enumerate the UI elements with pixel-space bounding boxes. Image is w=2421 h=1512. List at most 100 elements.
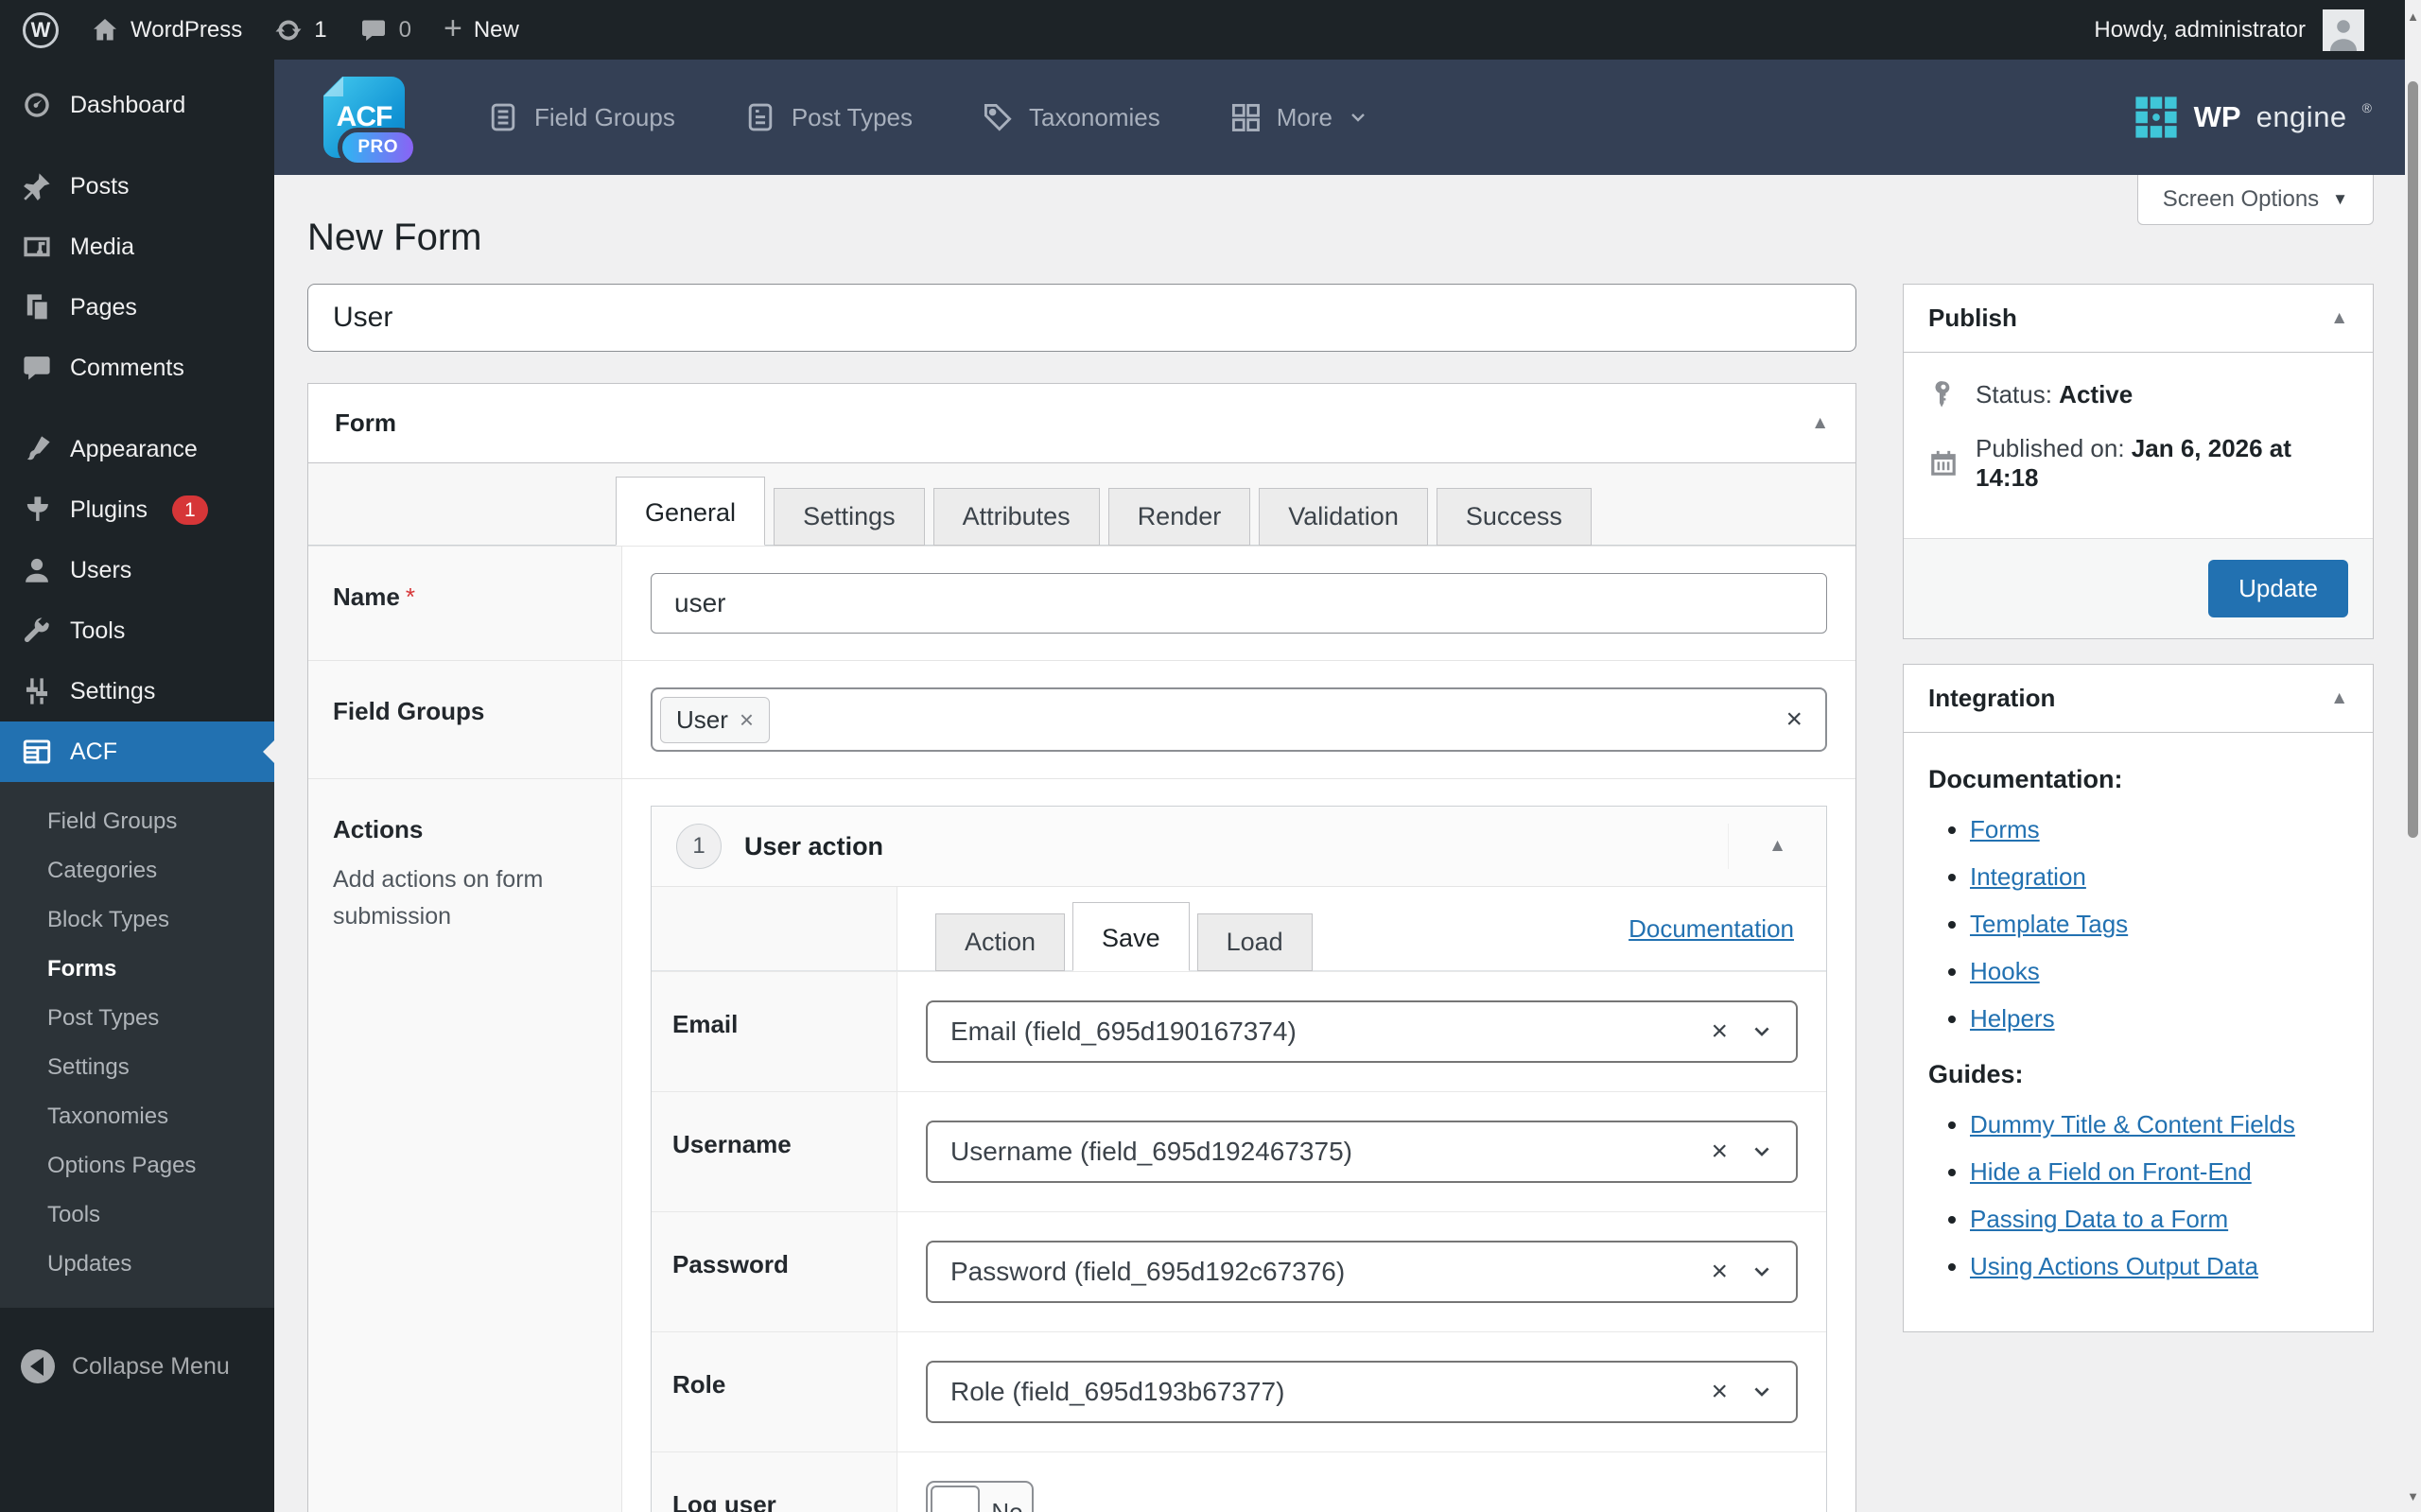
tab-render[interactable]: Render — [1108, 488, 1251, 546]
sidebar-label: Posts — [70, 173, 130, 200]
nav-post-types[interactable]: Post Types — [743, 100, 913, 134]
publish-collapse-icon[interactable]: ▲ — [2330, 308, 2348, 329]
select-clear-icon[interactable]: × — [1711, 1376, 1728, 1408]
guide-link-hide-field[interactable]: Hide a Field on Front-End — [1970, 1157, 2252, 1186]
sidebar-item-comments[interactable]: Comments — [0, 338, 274, 398]
tab-validation[interactable]: Validation — [1259, 488, 1428, 546]
nav-taxonomies[interactable]: Taxonomies — [981, 100, 1160, 134]
doc-link-forms[interactable]: Forms — [1970, 815, 2040, 843]
form-title-input[interactable] — [307, 284, 1856, 352]
published-on-row: Published on: Jan 6, 2026 at 14:18 — [1928, 434, 2348, 493]
acf-pro-logo[interactable]: ACF PRO — [323, 77, 405, 158]
submenu-forms-active[interactable]: Forms — [0, 945, 274, 994]
log-user-label: Log user — [672, 1490, 776, 1512]
submenu-updates[interactable]: Updates — [0, 1240, 274, 1289]
sidebar-item-appearance[interactable]: Appearance — [0, 419, 274, 479]
guide-link-dummy-title[interactable]: Dummy Title & Content Fields — [1970, 1110, 2295, 1138]
submenu-options-pages[interactable]: Options Pages — [0, 1141, 274, 1190]
nav-field-groups[interactable]: Field Groups — [486, 100, 675, 134]
field-groups-select[interactable]: User × × — [651, 687, 1827, 752]
doc-link-hooks[interactable]: Hooks — [1970, 957, 2040, 985]
submenu-settings[interactable]: Settings — [0, 1043, 274, 1092]
role-field-select[interactable]: Role (field_695d193b67377) × — [926, 1361, 1798, 1423]
submenu-categories[interactable]: Categories — [0, 846, 274, 895]
sidebar-item-acf[interactable]: ACF — [0, 721, 274, 782]
howdy-account-link[interactable]: Howdy, administrator — [2094, 17, 2306, 43]
doc-link-template-tags[interactable]: Template Tags — [1970, 910, 2128, 938]
tab-attributes[interactable]: Attributes — [933, 488, 1100, 546]
guide-link-actions-output[interactable]: Using Actions Output Data — [1970, 1252, 2258, 1280]
scrollbar-down-arrow[interactable]: ▼ — [2405, 1480, 2421, 1512]
taxonomies-tag-icon — [981, 100, 1015, 134]
new-content-button[interactable]: + New — [444, 16, 519, 44]
submenu-block-types[interactable]: Block Types — [0, 895, 274, 945]
update-button[interactable]: Update — [2208, 560, 2348, 617]
guide-link-passing-data[interactable]: Passing Data to a Form — [1970, 1205, 2228, 1233]
comments-link[interactable]: 0 — [359, 16, 411, 44]
documentation-link[interactable]: Documentation — [1629, 914, 1794, 944]
form-panel-collapse-icon[interactable]: ▲ — [1811, 413, 1829, 434]
doc-link-helpers[interactable]: Helpers — [1970, 1004, 2055, 1033]
tab-general[interactable]: General — [616, 477, 765, 546]
sidebar-item-users[interactable]: Users — [0, 540, 274, 600]
page-scrollbar[interactable]: ▲ ▼ — [2405, 0, 2421, 1512]
integration-collapse-icon[interactable]: ▲ — [2330, 688, 2348, 709]
scrollbar-thumb[interactable] — [2408, 81, 2418, 838]
screen-options-label: Screen Options — [2163, 186, 2319, 213]
wp-engine-logo: WP engine ® — [2134, 95, 2372, 140]
submenu-post-types[interactable]: Post Types — [0, 994, 274, 1043]
guide-links: Dummy Title & Content Fields Hide a Fiel… — [1928, 1110, 2348, 1281]
user-action-panel: 1 User action ▲ Action — [651, 806, 1827, 1512]
sidebar-item-dashboard[interactable]: Dashboard — [0, 75, 274, 135]
tab-save[interactable]: Save — [1072, 902, 1190, 971]
select-chevron-icon[interactable] — [1750, 1260, 1773, 1283]
password-field-select[interactable]: Password (field_695d192c67376) × — [926, 1241, 1798, 1303]
sidebar-item-settings[interactable]: Settings — [0, 661, 274, 721]
sidebar-label: Media — [70, 234, 134, 261]
select-chevron-icon[interactable] — [1750, 1381, 1773, 1403]
tab-action[interactable]: Action — [935, 913, 1065, 971]
sidebar-item-posts[interactable]: Posts — [0, 156, 274, 217]
collapse-menu-label: Collapse Menu — [72, 1353, 230, 1381]
wp-logo-menu[interactable]: W — [23, 12, 59, 48]
log-user-row: Log user Log user once created No — [652, 1451, 1826, 1512]
sidebar-item-pages[interactable]: Pages — [0, 277, 274, 338]
submenu-field-groups[interactable]: Field Groups — [0, 797, 274, 846]
tab-load[interactable]: Load — [1197, 913, 1313, 971]
site-name-link[interactable]: WordPress — [91, 16, 242, 44]
select-clear-icon[interactable]: × — [1711, 1136, 1728, 1168]
scrollbar-up-arrow[interactable]: ▲ — [2405, 0, 2421, 32]
nav-more[interactable]: More — [1228, 100, 1369, 134]
status-text: Status: Active — [1976, 380, 2133, 409]
home-icon — [91, 16, 119, 44]
select-clear-icon[interactable]: × — [1785, 704, 1803, 736]
log-user-toggle[interactable]: No — [926, 1481, 1034, 1512]
select-clear-icon[interactable]: × — [1711, 1016, 1728, 1048]
avatar[interactable] — [2323, 9, 2364, 51]
name-input[interactable] — [651, 573, 1827, 634]
action-collapse-icon[interactable]: ▲ — [1768, 836, 1786, 857]
select-chevron-icon[interactable] — [1750, 1140, 1773, 1163]
name-label: Name — [333, 582, 400, 611]
collapse-menu-button[interactable]: Collapse Menu — [0, 1336, 274, 1397]
sidebar-item-tools[interactable]: Tools — [0, 600, 274, 661]
tag-remove-icon[interactable]: × — [740, 705, 754, 735]
tab-success[interactable]: Success — [1437, 488, 1592, 546]
screen-options-button[interactable]: Screen Options ▼ — [2137, 175, 2374, 225]
updates-link[interactable]: 1 — [274, 16, 326, 44]
username-field-select[interactable]: Username (field_695d192467375) × — [926, 1121, 1798, 1183]
sidebar-item-media[interactable]: Media — [0, 217, 274, 277]
actions-label: Actions — [333, 815, 423, 843]
doc-link-integration[interactable]: Integration — [1970, 862, 2086, 891]
list-item: Template Tags — [1970, 910, 2348, 939]
submenu-tools[interactable]: Tools — [0, 1190, 274, 1240]
select-chevron-icon[interactable] — [1750, 1020, 1773, 1043]
email-field-select[interactable]: Email (field_695d190167374) × — [926, 1000, 1798, 1063]
select-clear-icon[interactable]: × — [1711, 1256, 1728, 1288]
sidebar-item-plugins[interactable]: Plugins 1 — [0, 479, 274, 540]
media-icon — [21, 231, 53, 263]
list-item: Dummy Title & Content Fields — [1970, 1110, 2348, 1139]
submenu-taxonomies[interactable]: Taxonomies — [0, 1092, 274, 1141]
field-group-tag: User × — [660, 697, 770, 743]
tab-settings[interactable]: Settings — [774, 488, 925, 546]
